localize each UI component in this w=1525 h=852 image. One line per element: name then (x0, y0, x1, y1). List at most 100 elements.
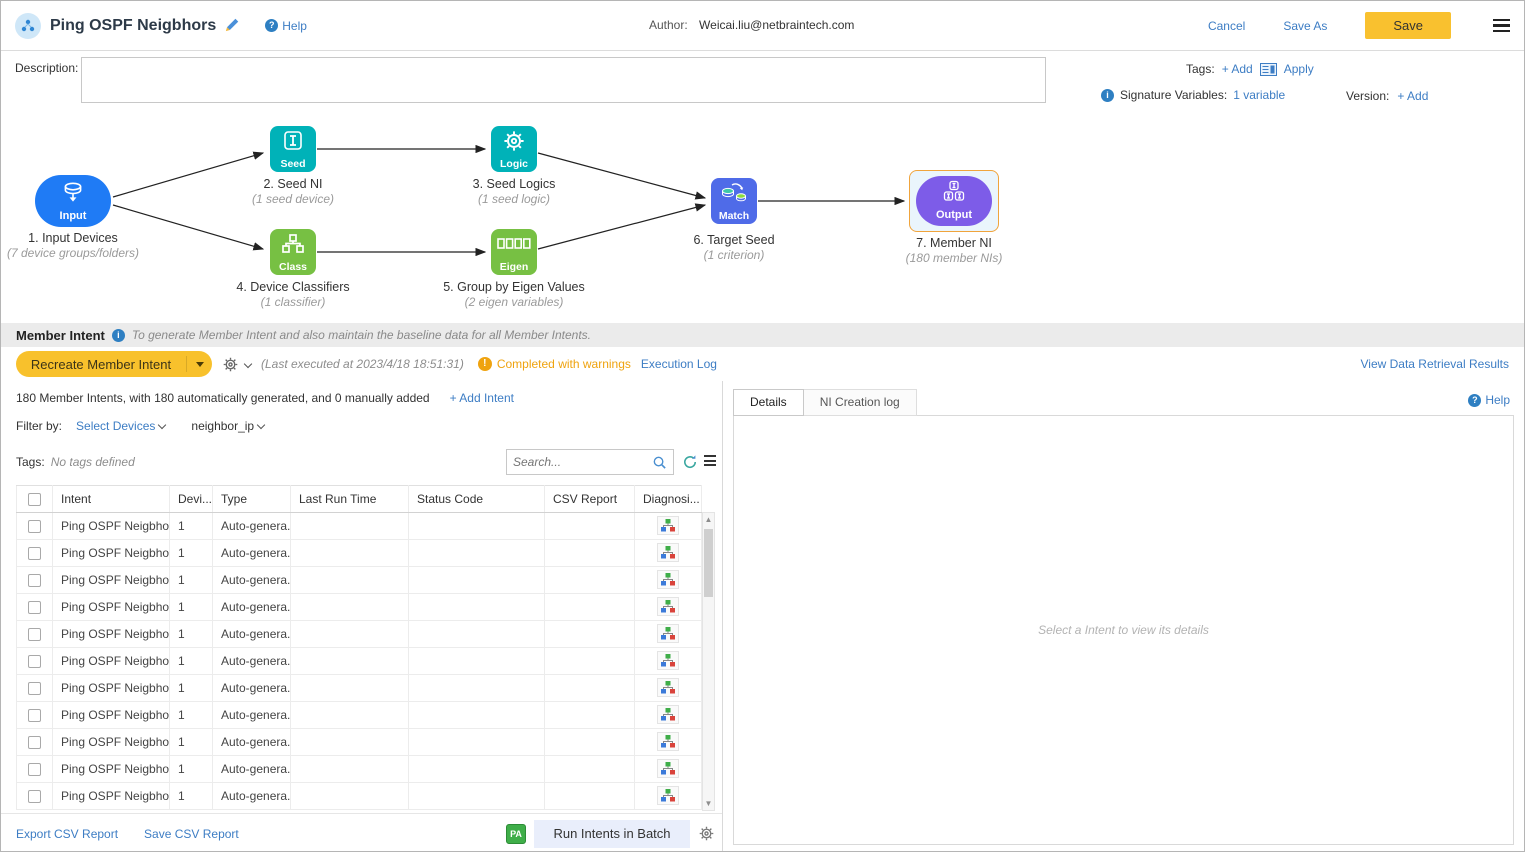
save-button[interactable]: Save (1365, 12, 1451, 39)
diagnosis-icon[interactable] (657, 570, 679, 589)
flow-node-member-ni[interactable]: Output (909, 170, 999, 232)
view-data-retrieval-results-link[interactable]: View Data Retrieval Results (1360, 357, 1509, 371)
details-help-link[interactable]: ? Help (1468, 393, 1510, 407)
filter-neighbor-ip[interactable]: neighbor_ip (191, 419, 264, 433)
help-label[interactable]: Help (282, 19, 307, 33)
cell-status-code (409, 729, 545, 756)
row-checkbox[interactable] (28, 682, 41, 695)
diagnosis-icon[interactable] (657, 651, 679, 670)
cell-type: Auto-genera... (213, 702, 291, 729)
table-row[interactable]: Ping OSPF Neigbho...1Auto-genera... (17, 783, 702, 810)
diagnosis-icon[interactable] (657, 543, 679, 562)
scrollbar-thumb[interactable] (704, 529, 713, 597)
cell-status-code (409, 756, 545, 783)
cell-csv-report (545, 648, 635, 675)
tab-details[interactable]: Details (733, 389, 804, 416)
execution-settings-button[interactable] (222, 356, 251, 373)
row-checkbox[interactable] (28, 574, 41, 587)
version-add-button[interactable]: + Add (1397, 89, 1428, 103)
table-row[interactable]: Ping OSPF Neigbho...1Auto-genera... (17, 513, 702, 540)
cell-last-run-time (291, 594, 409, 621)
add-intent-button[interactable]: + Add Intent (450, 391, 514, 405)
flow-node-seed-logics[interactable]: Logic (491, 126, 537, 172)
cell-intent: Ping OSPF Neigbho... (53, 540, 170, 567)
diagnosis-icon[interactable] (657, 759, 679, 778)
batch-settings-gear-icon[interactable] (698, 825, 715, 842)
node-label-class: 4. Device Classifiers (1 classifier) (183, 280, 403, 309)
diagnosis-tree-glyph (660, 734, 676, 749)
table-row[interactable]: Ping OSPF Neigbho...1Auto-genera... (17, 540, 702, 567)
column-settings-icon[interactable] (704, 455, 716, 466)
column-csv-report[interactable]: CSV Report (545, 486, 635, 513)
row-checkbox[interactable] (28, 709, 41, 722)
diagnosis-icon[interactable] (657, 624, 679, 643)
flow-node-seed-ni[interactable]: Seed (270, 126, 316, 172)
row-checkbox[interactable] (28, 601, 41, 614)
export-csv-report-link[interactable]: Export CSV Report (16, 827, 118, 841)
diagnosis-icon[interactable] (657, 516, 679, 535)
execution-log-link[interactable]: Execution Log (641, 357, 717, 371)
warning-icon: ! (478, 357, 492, 371)
row-checkbox[interactable] (28, 547, 41, 560)
tags-list-icon[interactable] (1260, 63, 1277, 76)
diagnosis-icon[interactable] (657, 732, 679, 751)
table-scrollbar[interactable]: ▲ ▼ (702, 512, 715, 811)
table-row[interactable]: Ping OSPF Neigbho...1Auto-genera... (17, 702, 702, 729)
flow-node-input-devices[interactable]: Input (35, 175, 111, 227)
scroll-down-icon[interactable]: ▼ (703, 799, 714, 808)
cell-intent: Ping OSPF Neigbho... (53, 729, 170, 756)
row-checkbox[interactable] (28, 628, 41, 641)
refresh-icon[interactable] (682, 454, 698, 470)
node-label-input: 1. Input Devices (7 device groups/folder… (0, 231, 183, 260)
preventive-automation-icon[interactable]: PA (506, 824, 526, 844)
table-row[interactable]: Ping OSPF Neigbho...1Auto-genera... (17, 648, 702, 675)
select-all-checkbox[interactable] (28, 493, 41, 506)
table-row[interactable]: Ping OSPF Neigbho...1Auto-genera... (17, 675, 702, 702)
row-checkbox[interactable] (28, 790, 41, 803)
row-checkbox[interactable] (28, 655, 41, 668)
tags-apply-button[interactable]: Apply (1284, 62, 1314, 76)
search-input[interactable] (513, 455, 652, 469)
column-diagnosis[interactable]: Diagnosi... (635, 486, 702, 513)
row-checkbox[interactable] (28, 763, 41, 776)
table-row[interactable]: Ping OSPF Neigbho...1Auto-genera... (17, 756, 702, 783)
signature-variables-value[interactable]: 1 variable (1233, 88, 1285, 102)
save-as-button[interactable]: Save As (1283, 19, 1327, 33)
menu-icon[interactable] (1493, 19, 1510, 33)
tags-add-button[interactable]: + Add (1222, 62, 1253, 76)
diagnosis-icon[interactable] (657, 597, 679, 616)
warning-text: Completed with warnings (497, 357, 631, 371)
row-checkbox[interactable] (28, 520, 41, 533)
column-type[interactable]: Type (213, 486, 291, 513)
diagnosis-icon[interactable] (657, 786, 679, 805)
tab-ni-creation-log[interactable]: NI Creation log (804, 389, 917, 416)
table-row[interactable]: Ping OSPF Neigbho...1Auto-genera... (17, 729, 702, 756)
column-last-run-time[interactable]: Last Run Time (291, 486, 409, 513)
run-intents-in-batch-button[interactable]: Run Intents in Batch (534, 820, 690, 848)
flow-node-device-classifiers[interactable]: Class (270, 229, 316, 275)
description-input[interactable] (81, 57, 1046, 103)
scroll-up-icon[interactable]: ▲ (703, 515, 714, 524)
meta-row: Description: Tags: + Add Apply i Signatu… (1, 51, 1524, 113)
table-row[interactable]: Ping OSPF Neigbho...1Auto-genera... (17, 594, 702, 621)
filter-select-devices[interactable]: Select Devices (76, 419, 165, 433)
column-intent[interactable]: Intent (53, 486, 170, 513)
recreate-dropdown-caret[interactable] (186, 356, 212, 372)
help-link[interactable]: ? Help (265, 19, 307, 33)
save-csv-report-link[interactable]: Save CSV Report (144, 827, 239, 841)
edit-title-icon[interactable] (224, 18, 239, 33)
cell-type: Auto-genera... (213, 621, 291, 648)
cell-last-run-time (291, 756, 409, 783)
cancel-button[interactable]: Cancel (1208, 19, 1245, 33)
table-row[interactable]: Ping OSPF Neigbho...1Auto-genera... (17, 621, 702, 648)
column-status-code[interactable]: Status Code (409, 486, 545, 513)
flow-node-target-seed[interactable]: Match (711, 178, 757, 224)
diagnosis-icon[interactable] (657, 678, 679, 697)
recreate-member-intent-button[interactable]: Recreate Member Intent (16, 351, 212, 377)
row-checkbox[interactable] (28, 736, 41, 749)
search-icon[interactable] (652, 455, 667, 470)
column-devices[interactable]: Devi... (170, 486, 213, 513)
diagnosis-icon[interactable] (657, 705, 679, 724)
table-row[interactable]: Ping OSPF Neigbho...1Auto-genera... (17, 567, 702, 594)
flow-node-group-eigen[interactable]: Eigen (491, 229, 537, 275)
